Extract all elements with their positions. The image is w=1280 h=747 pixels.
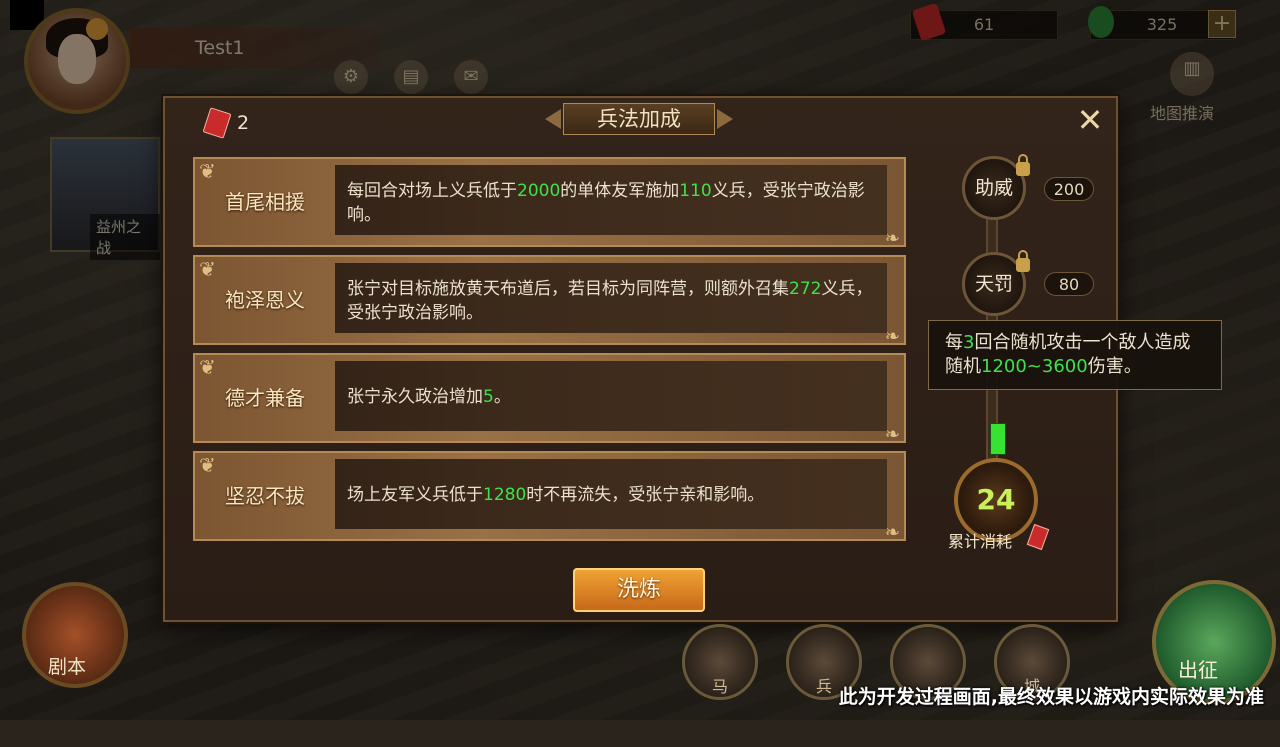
- swirl-ornament-icon: ❧: [884, 424, 900, 445]
- swirl-ornament-icon: ❧: [884, 228, 900, 249]
- left-ornament-icon: [545, 109, 561, 129]
- refine-button[interactable]: 洗炼: [573, 568, 705, 612]
- march-button-label: 出征: [1178, 658, 1218, 682]
- accumulated-label: 累计消耗: [948, 532, 1013, 551]
- dialog-title-banner: 兵法加成: [543, 103, 735, 137]
- skill-tooltip: 每3回合随机攻击一个敌人造成随机1200~3600伤害。: [928, 320, 1222, 390]
- tactic-row[interactable]: ❦ ❧ 德才兼备 张宁永久政治增加5。: [193, 353, 906, 445]
- tactic-row[interactable]: ❦ ❧ 袍泽恩义 张宁对目标施放黄天布道后，若目标为同阵营，则额外召集272义兵…: [193, 255, 906, 347]
- lock-icon: [1016, 250, 1030, 272]
- tactic-row[interactable]: ❦ ❧ 首尾相援 每回合对场上义兵低于2000的单体友军施加110义兵，受张宁政…: [193, 157, 906, 249]
- skill-cost: 80: [1044, 272, 1094, 296]
- horse-icon[interactable]: 马: [682, 624, 758, 700]
- tactic-row[interactable]: ❦ ❧ 坚忍不拔 场上友军义兵低于1280时不再流失，受张宁亲和影响。: [193, 451, 906, 543]
- tactic-description: 场上友军义兵低于1280时不再流失，受张宁亲和影响。: [335, 459, 887, 529]
- progress-gauge: [990, 423, 1006, 455]
- tactic-description: 每回合对场上义兵低于2000的单体友军施加110义兵，受张宁政治影响。: [335, 165, 887, 235]
- tactic-name: 首尾相援: [225, 190, 305, 214]
- script-button-label: 剧本: [48, 656, 87, 678]
- tactic-description: 张宁永久政治增加5。: [335, 361, 887, 431]
- dialog-title: 兵法加成: [563, 103, 715, 135]
- tactic-name: 坚忍不拔: [225, 484, 305, 508]
- skill-cost: 200: [1044, 177, 1094, 201]
- swirl-ornament-icon: ❧: [884, 522, 900, 543]
- close-button[interactable]: ✕: [1074, 104, 1106, 136]
- dev-notice: 此为开发过程画面,最终效果以游戏内实际效果为准: [838, 686, 1264, 708]
- swirl-ornament-icon: ❧: [884, 326, 900, 347]
- lock-icon: [1016, 154, 1030, 176]
- book-count: 2: [237, 112, 250, 134]
- tactic-description: 张宁对目标施放黄天布道后，若目标为同阵营，则额外召集272义兵，受张宁政治影响。: [335, 263, 887, 333]
- right-ornament-icon: [717, 109, 733, 129]
- tactic-name: 袍泽恩义: [225, 288, 305, 312]
- tactic-name: 德才兼备: [225, 386, 305, 410]
